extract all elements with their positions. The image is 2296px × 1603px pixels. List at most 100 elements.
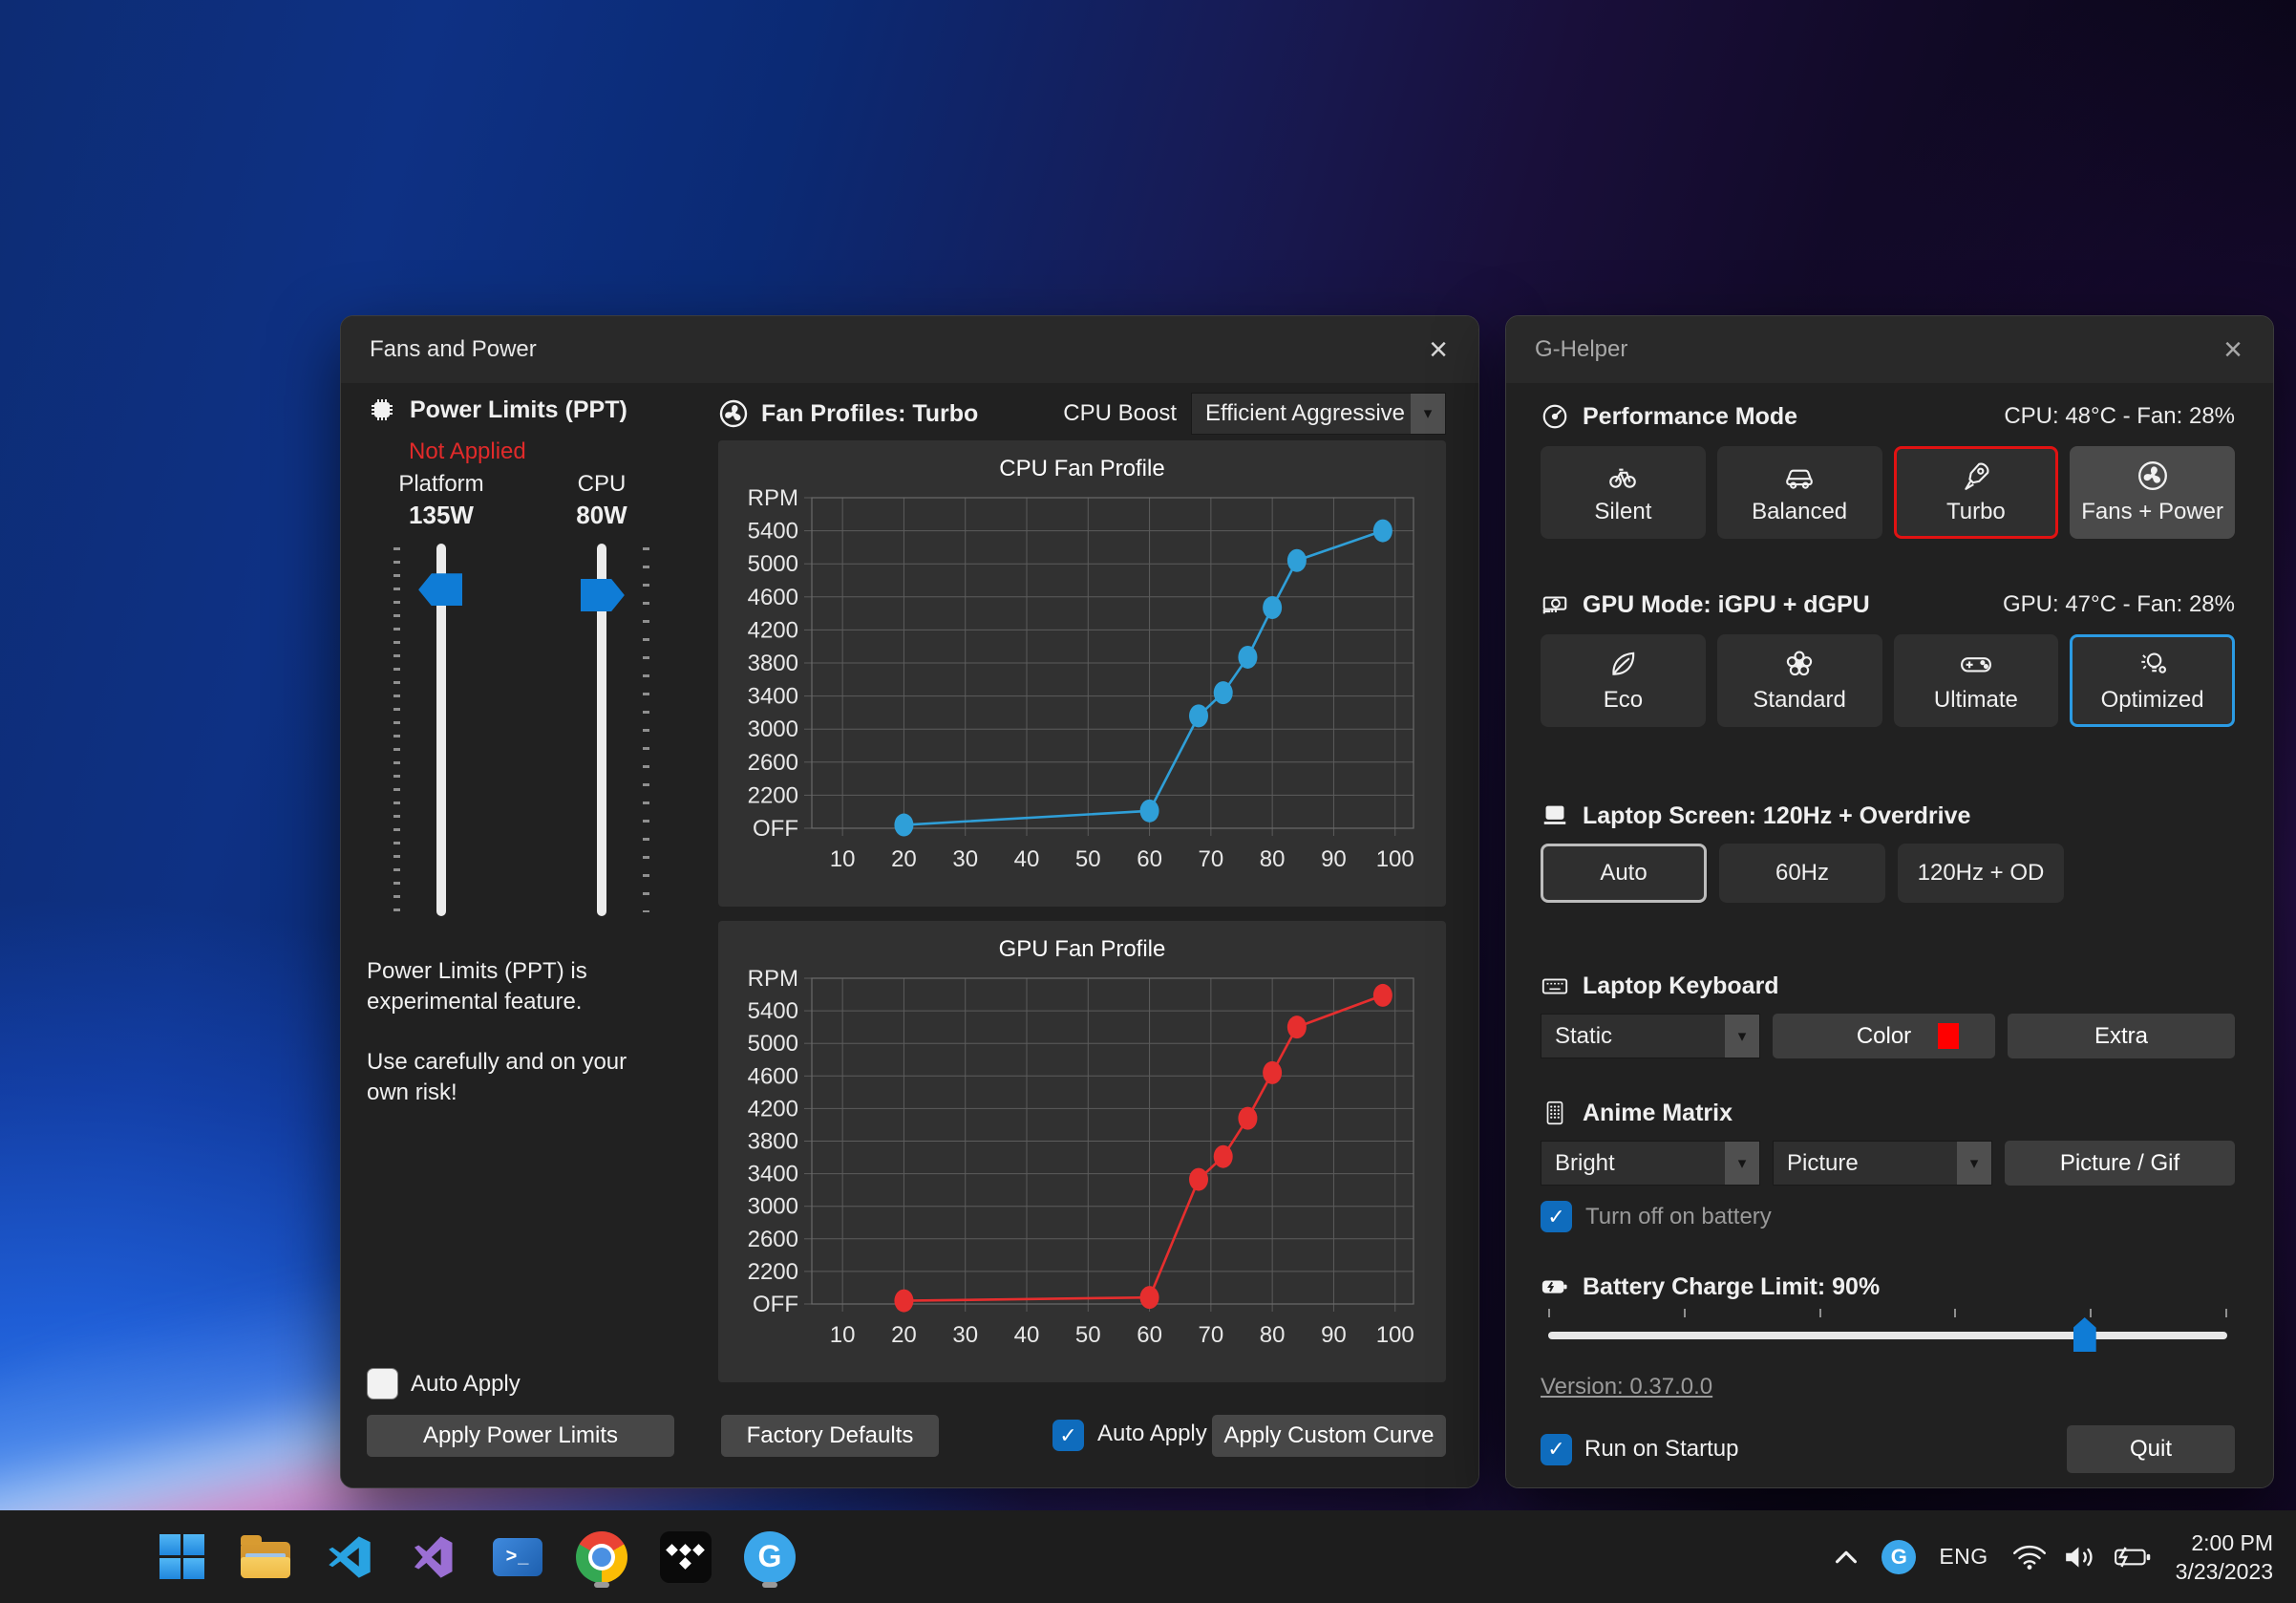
fan-curve-point[interactable]	[1263, 596, 1282, 619]
fan-icon	[718, 398, 749, 429]
g-helper-window: G-Helper × Performance Mode CPU: 48°C - …	[1505, 315, 2274, 1488]
fan-curve-point[interactable]	[1373, 520, 1392, 543]
quit-button[interactable]: Quit	[2067, 1425, 2235, 1473]
gpu-tile-standard[interactable]: Standard	[1717, 634, 1882, 727]
battery-charge-slider[interactable]	[1541, 1309, 2235, 1353]
battery-charging-icon[interactable]	[2113, 1544, 2153, 1571]
svg-text:5400: 5400	[748, 998, 798, 1024]
fan-curve-point[interactable]	[1214, 681, 1233, 704]
battery-slider-thumb[interactable]	[2073, 1317, 2096, 1352]
matrix-battery-off-checkbox[interactable]	[1541, 1201, 1572, 1232]
screen-button-120hz-od[interactable]: 120Hz + OD	[1898, 844, 2064, 903]
slider-track[interactable]	[1548, 1332, 2227, 1339]
performance-tile-turbo[interactable]: Turbo	[1894, 446, 2059, 539]
wifi-icon[interactable]	[2011, 1543, 2048, 1571]
screen-button-60hz[interactable]: 60Hz	[1719, 844, 1885, 903]
gpu-tile-optimized[interactable]: Optimized	[2070, 634, 2235, 727]
keyboard-extra-button[interactable]: Extra	[2008, 1014, 2235, 1058]
laptop-screen-header: Laptop Screen: 120Hz + Overdrive	[1541, 802, 2235, 830]
close-icon[interactable]: ×	[1421, 333, 1456, 366]
svg-text:90: 90	[1321, 1322, 1347, 1348]
taskbar-vscode-icon[interactable]	[319, 1527, 380, 1588]
g-helper-titlebar[interactable]: G-Helper ×	[1506, 316, 2273, 383]
language-indicator[interactable]: ENG	[1939, 1544, 1988, 1570]
svg-text:20: 20	[891, 846, 917, 872]
fan-curve-point[interactable]	[894, 1290, 913, 1313]
svg-text:2200: 2200	[748, 1259, 798, 1285]
taskbar-visual-studio-icon[interactable]	[403, 1527, 464, 1588]
version-link[interactable]: Version: 0.37.0.0	[1541, 1374, 1712, 1400]
svg-text:4200: 4200	[748, 1096, 798, 1122]
ghelper-tray-icon[interactable]: G	[1881, 1540, 1916, 1574]
taskbar-powershell-icon[interactable]: >_	[487, 1527, 548, 1588]
chevron-down-icon[interactable]: ▾	[1411, 394, 1445, 434]
run-on-startup-checkbox[interactable]	[1541, 1434, 1572, 1465]
taskbar-clock[interactable]: 2:00 PM 3/23/2023	[2176, 1528, 2273, 1586]
fan-curve-point[interactable]	[1189, 1168, 1208, 1191]
chevron-down-icon[interactable]: ▾	[1957, 1142, 1991, 1185]
fan-curve-point[interactable]	[1214, 1145, 1233, 1168]
chevron-down-icon[interactable]: ▾	[1725, 1015, 1759, 1058]
performance-tile-silent[interactable]: Silent	[1541, 446, 1706, 539]
power-limits-auto-apply-checkbox[interactable]	[367, 1368, 398, 1400]
gpu-tile-ultimate[interactable]: Ultimate	[1894, 634, 2059, 727]
fans-window-titlebar[interactable]: Fans and Power ×	[341, 316, 1478, 383]
performance-mode-header: Performance Mode CPU: 48°C - Fan: 28%	[1541, 402, 2235, 431]
platform-power-slider[interactable]	[384, 544, 499, 916]
svg-text:80: 80	[1260, 846, 1286, 872]
fan-curve-point[interactable]	[1238, 646, 1257, 669]
hidden-icons-chevron-icon[interactable]	[1834, 1549, 1859, 1566]
taskbar-windows-start-icon[interactable]	[151, 1527, 212, 1588]
taskbar-chrome-icon[interactable]	[571, 1527, 632, 1588]
chevron-down-icon[interactable]: ▾	[1725, 1142, 1759, 1185]
taskbar-ghelper-icon[interactable]: G	[739, 1527, 800, 1588]
fans-and-power-window: Fans and Power × Power Limits (PPT) Not …	[340, 315, 1479, 1488]
power-limits-auto-apply-label: Auto Apply	[411, 1371, 521, 1398]
gpu-fan-curve-chart[interactable]: OFF220026003000340038004200460050005400R…	[728, 965, 1436, 1359]
cpu-boost-dropdown[interactable]: Efficient Aggressive ▾	[1191, 393, 1446, 435]
matrix-picture-gif-button[interactable]: Picture / Gif	[2005, 1141, 2235, 1186]
keyboard-backlight-mode-dropdown[interactable]: Static ▾	[1541, 1014, 1760, 1058]
taskbar-tidal-icon[interactable]	[655, 1527, 716, 1588]
fan-curve-point[interactable]	[1189, 704, 1208, 727]
fan-curve-point[interactable]	[1287, 549, 1307, 572]
cpu-power-slider[interactable]	[544, 544, 659, 916]
svg-text:100: 100	[1376, 1322, 1414, 1348]
cpu-slider-thumb[interactable]	[581, 579, 625, 611]
taskbar-file-explorer-icon[interactable]	[235, 1527, 296, 1588]
gamepad-icon	[1958, 648, 1994, 680]
cpu-fan-curve-chart[interactable]: OFF220026003000340038004200460050005400R…	[728, 484, 1436, 884]
chip-icon	[367, 395, 397, 425]
fan-curve-point[interactable]	[1140, 1286, 1159, 1309]
cpu-chart-title: CPU Fan Profile	[718, 440, 1446, 482]
platform-slider-thumb[interactable]	[418, 573, 462, 606]
power-limits-note: Power Limits (PPT) is experimental featu…	[367, 956, 653, 1139]
car-icon	[1782, 460, 1817, 492]
gpu-tile-eco[interactable]: Eco	[1541, 634, 1706, 727]
factory-defaults-button[interactable]: Factory Defaults	[721, 1415, 939, 1457]
fan-curve-point[interactable]	[1373, 984, 1392, 1007]
volume-icon[interactable]	[2063, 1543, 2097, 1571]
keyboard-color-button[interactable]: Color	[1773, 1014, 1995, 1058]
fan-curve-point[interactable]	[1287, 1015, 1307, 1038]
fan-curve-point[interactable]	[1263, 1061, 1282, 1084]
curve-auto-apply-checkbox[interactable]	[1052, 1420, 1084, 1451]
screen-button-auto[interactable]: Auto	[1541, 844, 1707, 903]
close-icon[interactable]: ×	[2216, 333, 2250, 366]
apply-power-limits-button[interactable]: Apply Power Limits	[367, 1415, 674, 1457]
matrix-content-dropdown[interactable]: Picture ▾	[1773, 1141, 1992, 1186]
performance-tile-balanced[interactable]: Balanced	[1717, 446, 1882, 539]
dot-matrix-icon	[1541, 1099, 1569, 1127]
apply-custom-curve-button[interactable]: Apply Custom Curve	[1212, 1415, 1446, 1457]
curve-auto-apply-label: Auto Apply	[1097, 1421, 1207, 1447]
cpu-slider-value: 80W	[576, 501, 627, 530]
fan-curve-point[interactable]	[894, 814, 913, 837]
clock-date: 3/23/2023	[2176, 1557, 2273, 1586]
fan-curve-point[interactable]	[1140, 800, 1159, 823]
performance-tile-fans-power[interactable]: Fans + Power	[2070, 446, 2235, 539]
svg-text:3800: 3800	[748, 1129, 798, 1155]
svg-text:40: 40	[1014, 846, 1040, 872]
cpu-fan-chart-panel: CPU Fan Profile OFF220026003000340038004…	[718, 440, 1446, 907]
fan-curve-point[interactable]	[1238, 1107, 1257, 1130]
matrix-brightness-dropdown[interactable]: Bright ▾	[1541, 1141, 1760, 1186]
